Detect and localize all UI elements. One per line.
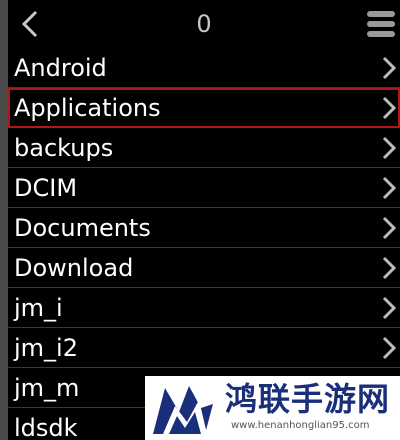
list-item-label: Download <box>14 254 134 282</box>
list-item-label: Applications <box>14 94 161 122</box>
list-item-label: Documents <box>14 214 151 242</box>
chevron-right-icon <box>382 176 397 200</box>
chevron-right-icon <box>382 336 397 360</box>
chevron-right-icon <box>382 56 397 80</box>
list-item[interactable]: jm_i <box>8 288 400 328</box>
list-item-label: jm_m <box>14 374 80 402</box>
list-item[interactable]: jm_i2 <box>8 328 400 368</box>
list-item[interactable]: backups <box>8 128 400 168</box>
list-item[interactable]: DCIM <box>8 168 400 208</box>
list-item-selected[interactable]: Applications <box>8 88 400 128</box>
chevron-right-icon <box>382 296 397 320</box>
list-item-label: Android <box>14 54 107 82</box>
header-title: 0 <box>196 10 212 38</box>
list-item-label: jm_i2 <box>14 334 78 362</box>
chevron-right-icon <box>382 256 397 280</box>
menu-button[interactable] <box>366 9 396 39</box>
chevron-right-icon <box>382 96 397 120</box>
list-item[interactable]: Download <box>8 248 400 288</box>
list-item-label: backups <box>14 134 114 162</box>
list-item-label: DCIM <box>14 174 78 202</box>
list-item[interactable]: Android <box>8 48 400 88</box>
chevron-right-icon <box>382 216 397 240</box>
header-bar: 0 <box>8 0 400 48</box>
list-item-label: jm_i <box>14 294 63 322</box>
list-item[interactable]: Documents <box>8 208 400 248</box>
hamburger-menu-icon <box>367 11 395 37</box>
horse-logo-icon <box>153 386 213 434</box>
chevron-right-icon <box>382 136 397 160</box>
watermark-url: www.henanhonglian95.com <box>231 420 370 431</box>
watermark-banner: 鸿联手游网 www.henanhonglian95.com <box>145 376 400 440</box>
list-item-label: ldsdk <box>14 414 78 440</box>
left-edge-bar <box>0 0 8 440</box>
watermark-title: 鸿联手游网 <box>225 380 391 418</box>
